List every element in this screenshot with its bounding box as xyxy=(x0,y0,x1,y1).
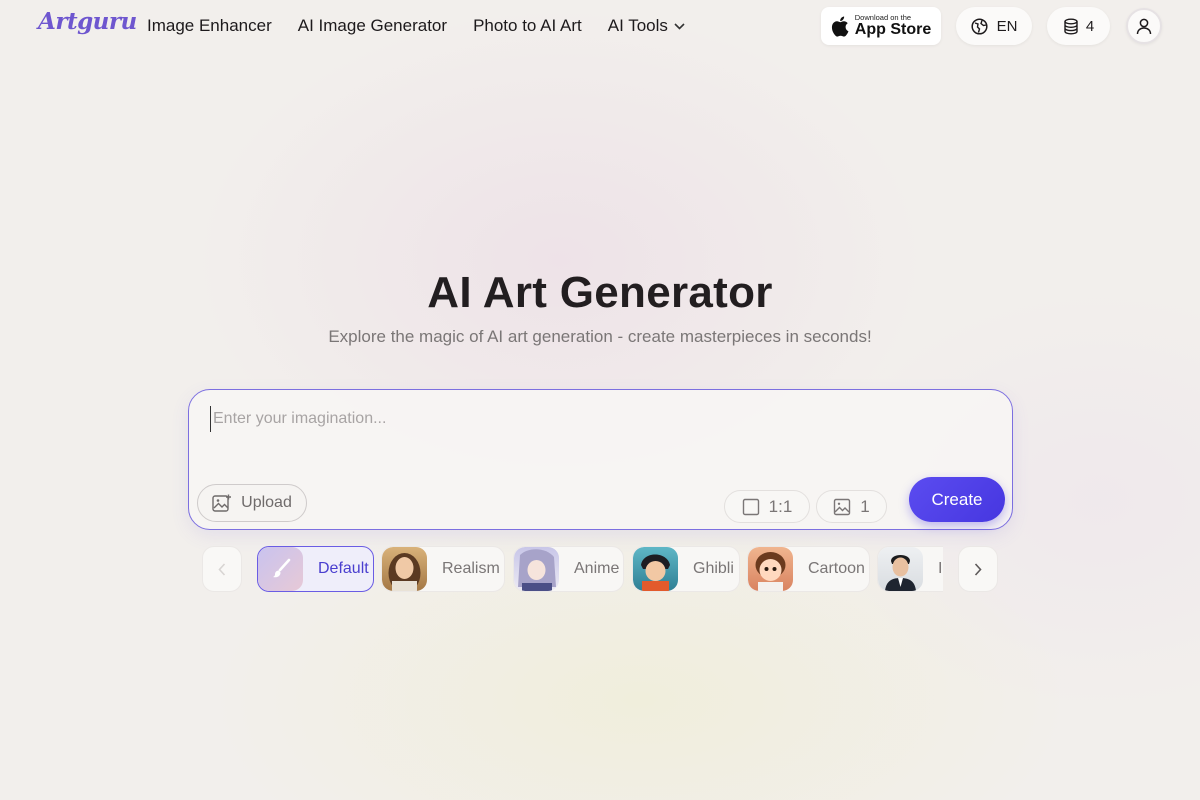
main-nav: Image Enhancer AI Image Generator Photo … xyxy=(147,16,711,36)
styles-next-button[interactable] xyxy=(958,546,998,592)
page-title: AI Art Generator xyxy=(427,268,773,317)
aspect-ratio-label: 1:1 xyxy=(768,496,793,516)
credits-badge[interactable]: 4 xyxy=(1047,7,1110,45)
style-default[interactable]: Default xyxy=(257,546,374,592)
prompt-panel: Upload 1:1 1 Create xyxy=(188,389,1013,530)
chevron-right-icon xyxy=(974,562,982,576)
style-label: I xyxy=(938,560,943,577)
brush-icon xyxy=(258,547,303,591)
image-count-label: 1 xyxy=(860,496,870,516)
top-navbar: Artguru Image Enhancer AI Image Generato… xyxy=(0,0,1200,52)
style-selector: Default Realism Anime Ghibli Cartoon I xyxy=(0,545,1200,593)
style-label: Ghibli xyxy=(693,560,734,577)
nav-ai-tools-label: AI Tools xyxy=(607,16,668,35)
anime-thumbnail xyxy=(514,547,559,591)
style-label: Cartoon xyxy=(808,560,865,577)
app-store-button[interactable]: Download on the App Store xyxy=(821,7,941,45)
portrait-thumbnail xyxy=(878,547,923,591)
image-upload-icon xyxy=(212,494,232,512)
style-realism[interactable]: Realism xyxy=(381,546,505,592)
cartoon-thumbnail xyxy=(748,547,793,591)
style-label: Anime xyxy=(574,560,620,577)
nav-photo-to-ai-art[interactable]: Photo to AI Art xyxy=(473,16,582,36)
chevron-down-icon xyxy=(674,22,685,30)
style-cartoon[interactable]: Cartoon xyxy=(747,546,870,592)
realism-thumbnail xyxy=(382,547,427,591)
globe-icon xyxy=(971,17,988,35)
chevron-left-icon xyxy=(218,562,226,576)
user-avatar-button[interactable] xyxy=(1126,8,1162,44)
image-count-button[interactable]: 1 xyxy=(816,490,887,523)
style-label: Realism xyxy=(442,560,500,577)
square-icon xyxy=(742,498,760,516)
style-list: Default Realism Anime Ghibli Cartoon I xyxy=(257,545,943,593)
aspect-ratio-button[interactable]: 1:1 xyxy=(724,490,810,523)
upload-label: Upload xyxy=(241,494,292,511)
image-icon xyxy=(833,498,851,516)
nav-ai-tools[interactable]: AI Tools xyxy=(608,16,685,36)
prompt-input[interactable] xyxy=(210,406,980,432)
nav-image-enhancer[interactable]: Image Enhancer xyxy=(147,16,272,36)
credits-count: 4 xyxy=(1085,17,1095,35)
user-icon xyxy=(1136,18,1152,35)
style-professional[interactable]: I xyxy=(877,546,943,592)
styles-prev-button[interactable] xyxy=(202,546,242,592)
style-anime[interactable]: Anime xyxy=(513,546,624,592)
nav-ai-image-generator[interactable]: AI Image Generator xyxy=(298,16,447,36)
language-selector[interactable]: EN xyxy=(956,7,1032,45)
app-store-small-label: Download on the xyxy=(854,12,912,22)
page-subtitle: Explore the magic of AI art generation -… xyxy=(328,327,872,346)
ghibli-thumbnail xyxy=(633,547,678,591)
language-label: EN xyxy=(996,17,1018,35)
upload-button[interactable]: Upload xyxy=(197,484,307,522)
coins-icon xyxy=(1063,18,1079,35)
style-ghibli[interactable]: Ghibli xyxy=(632,546,740,592)
app-store-text: Download on the App Store xyxy=(855,14,931,39)
create-button[interactable]: Create xyxy=(909,477,1005,522)
artguru-logo[interactable]: Artguru xyxy=(38,8,137,35)
style-label: Default xyxy=(318,560,369,577)
app-store-big-label: App Store xyxy=(854,21,932,39)
apple-icon xyxy=(831,16,849,37)
